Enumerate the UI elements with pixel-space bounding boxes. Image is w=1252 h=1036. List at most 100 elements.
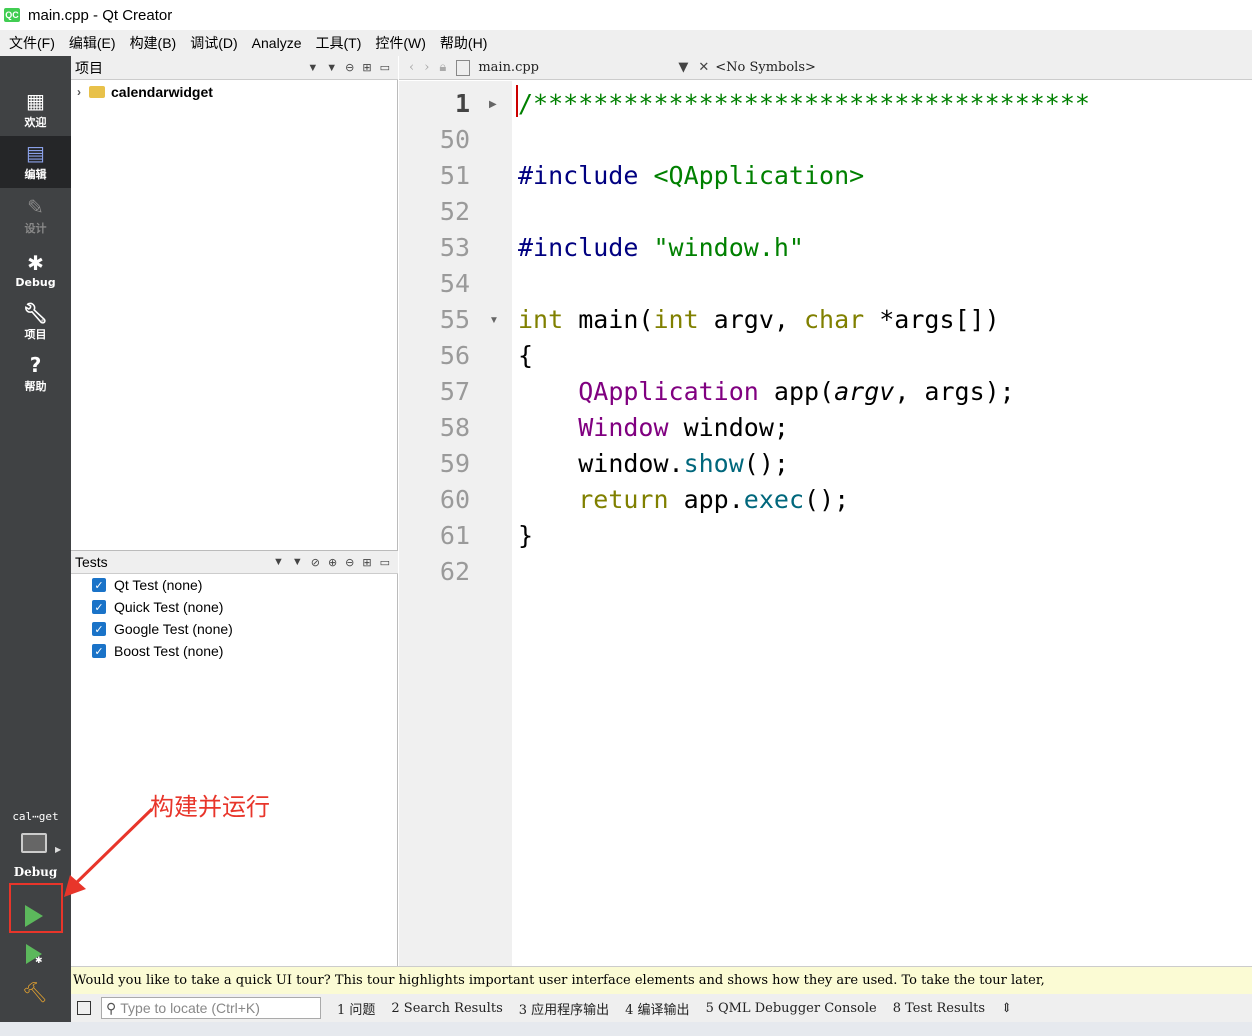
mode-label: Debug	[15, 275, 56, 289]
fold-arrow-down-icon[interactable]: ▼	[489, 315, 499, 326]
open-file-selector[interactable]: main.cpp	[478, 60, 678, 75]
dropdown-icon[interactable]: ▼	[307, 62, 318, 74]
projects-pane-title: 项目	[75, 59, 103, 76]
close-pane-icon[interactable]: ▭	[380, 61, 390, 74]
code-line: Window window;	[578, 413, 789, 442]
code-line: return app.exec();	[578, 485, 850, 514]
mode-label: 项目	[24, 328, 47, 341]
output-pane-bar: ⚲ Type to locate (Ctrl+K) 1 问题 2 Search …	[71, 994, 1252, 1022]
expand-all-icon[interactable]: ⊕	[328, 556, 337, 569]
editor-toolbar: ‹ › 🔒︎ main.cpp ▼ ✕ <No Symbols>	[399, 56, 1252, 80]
grid-icon: ▦	[26, 89, 45, 113]
file-dropdown-icon[interactable]: ▼	[678, 60, 688, 75]
split-icon[interactable]: ⊞	[362, 556, 371, 569]
projects-pane-header: 项目 ▼ ▼ ⊖ ⊞ ▭	[71, 56, 398, 80]
toggle-sidebar-icon[interactable]	[77, 1001, 91, 1015]
folder-icon	[89, 86, 105, 98]
mode-welcome[interactable]: ▦ 欢迎	[0, 84, 71, 136]
menu-debug[interactable]: 调试(D)	[183, 33, 244, 53]
more-tabs-icon[interactable]: ⇕	[1001, 1001, 1012, 1016]
line-number: 58	[439, 413, 470, 442]
nav-forward-icon[interactable]: ›	[424, 60, 429, 75]
line-number: 52	[439, 197, 470, 226]
checkbox-checked-icon[interactable]: ✓	[92, 644, 106, 658]
line-number: 53	[439, 233, 470, 262]
line-number: 55	[439, 305, 470, 334]
menu-analyze[interactable]: Analyze	[245, 35, 309, 51]
tab-test-results[interactable]: 8 Test Results	[893, 1001, 985, 1016]
menu-build[interactable]: 构建(B)	[123, 33, 184, 53]
code-line: window.show();	[578, 449, 789, 478]
tree-item-root[interactable]: › calendarwidget	[77, 84, 213, 100]
ui-tour-infobar: Would you like to take a quick UI tour? …	[71, 966, 1252, 994]
checkbox-checked-icon[interactable]: ✓	[92, 622, 106, 636]
menu-bar: 文件(F) 编辑(E) 构建(B) 调试(D) Analyze 工具(T) 控件…	[0, 30, 1252, 56]
tab-qml-debugger-console[interactable]: 5 QML Debugger Console	[706, 1001, 877, 1016]
menu-help[interactable]: 帮助(H)	[433, 33, 494, 53]
checkbox-checked-icon[interactable]: ✓	[92, 600, 106, 614]
project-tree: › calendarwidget	[71, 80, 398, 550]
help-icon: ?	[29, 353, 42, 377]
annotation-label: 构建并运行	[150, 794, 270, 821]
close-pane-icon[interactable]: ▭	[380, 556, 390, 569]
menu-edit[interactable]: 编辑(E)	[62, 33, 123, 53]
line-number-gutter: 1 ▶ 50 51 52 53 54 55 ▼ 56 57 58 59 60 6…	[399, 81, 512, 966]
link-icon[interactable]: ⊖	[345, 61, 354, 74]
filter-icon[interactable]: ▼	[326, 62, 337, 74]
fold-arrow-icon[interactable]: ▶	[489, 99, 497, 110]
title-bar: QC main.cpp - Qt Creator	[0, 0, 1252, 30]
collapse-all-icon[interactable]: ⊖	[345, 556, 354, 569]
code-line: }	[518, 521, 534, 550]
mode-edit[interactable]: ▤ 编辑	[0, 136, 71, 188]
symbols-selector[interactable]: <No Symbols>	[715, 60, 816, 75]
locator-placeholder: Type to locate (Ctrl+K)	[120, 1000, 260, 1016]
sort-icon[interactable]: ⊘	[311, 556, 320, 569]
test-item-quick[interactable]: ✓ Quick Test (none)	[92, 599, 223, 615]
mode-debug[interactable]: ✱ Debug	[0, 244, 71, 296]
menu-file[interactable]: 文件(F)	[2, 33, 62, 53]
split-icon[interactable]: ⊞	[362, 61, 371, 74]
close-file-icon[interactable]: ✕	[698, 60, 709, 75]
mode-label: 设计	[24, 222, 47, 235]
mode-help[interactable]: ? 帮助	[0, 348, 71, 400]
menu-tools[interactable]: 工具(T)	[308, 33, 368, 53]
test-item-qt[interactable]: ✓ Qt Test (none)	[92, 577, 202, 593]
code-line: #include "window.h"	[518, 233, 804, 262]
line-number: 56	[439, 341, 470, 370]
annotation-arrow-icon	[64, 807, 154, 897]
line-number: 60	[439, 485, 470, 514]
chevron-right-icon[interactable]: ›	[77, 85, 81, 99]
mode-design[interactable]: ✎ 设计	[0, 190, 71, 242]
code-editor[interactable]: /************************************* #…	[512, 81, 1252, 966]
pencil-icon: ✎	[27, 195, 44, 219]
test-item-google[interactable]: ✓ Google Test (none)	[92, 621, 233, 637]
tab-search-results[interactable]: 2 Search Results	[391, 1001, 502, 1016]
run-button[interactable]	[25, 905, 43, 927]
wrench-icon: 🔧︎	[22, 301, 49, 325]
test-label: Quick Test (none)	[114, 599, 224, 615]
filter-icon[interactable]: ▼	[292, 556, 303, 568]
tab-compile-output[interactable]: 4 编译输出	[625, 999, 689, 1018]
line-number: 61	[439, 521, 470, 550]
locator-input[interactable]: ⚲ Type to locate (Ctrl+K)	[101, 997, 321, 1019]
line-number: 59	[439, 449, 470, 478]
kit-selector-monitor-icon[interactable]	[21, 833, 47, 853]
checkbox-checked-icon[interactable]: ✓	[92, 578, 106, 592]
qt-creator-logo-icon: QC	[4, 8, 20, 22]
tab-issues[interactable]: 1 问题	[337, 999, 375, 1018]
test-item-boost[interactable]: ✓ Boost Test (none)	[92, 643, 223, 659]
line-number: 62	[439, 557, 470, 586]
nav-back-icon[interactable]: ‹	[409, 60, 414, 75]
mode-label: 帮助	[24, 380, 47, 393]
build-button[interactable]: 🔨︎	[22, 980, 47, 1005]
code-line: {	[518, 341, 534, 370]
dropdown-icon[interactable]: ▼	[273, 556, 284, 568]
menu-widgets[interactable]: 控件(W)	[368, 33, 433, 53]
line-number: 51	[439, 161, 470, 190]
mode-projects[interactable]: 🔧︎ 项目	[0, 296, 71, 348]
lock-icon: 🔒︎	[439, 60, 447, 75]
test-label: Qt Test (none)	[114, 577, 203, 593]
tab-application-output[interactable]: 3 应用程序输出	[519, 999, 609, 1018]
debug-bug-icon: ✱	[35, 955, 43, 965]
test-label: Boost Test (none)	[114, 643, 224, 659]
